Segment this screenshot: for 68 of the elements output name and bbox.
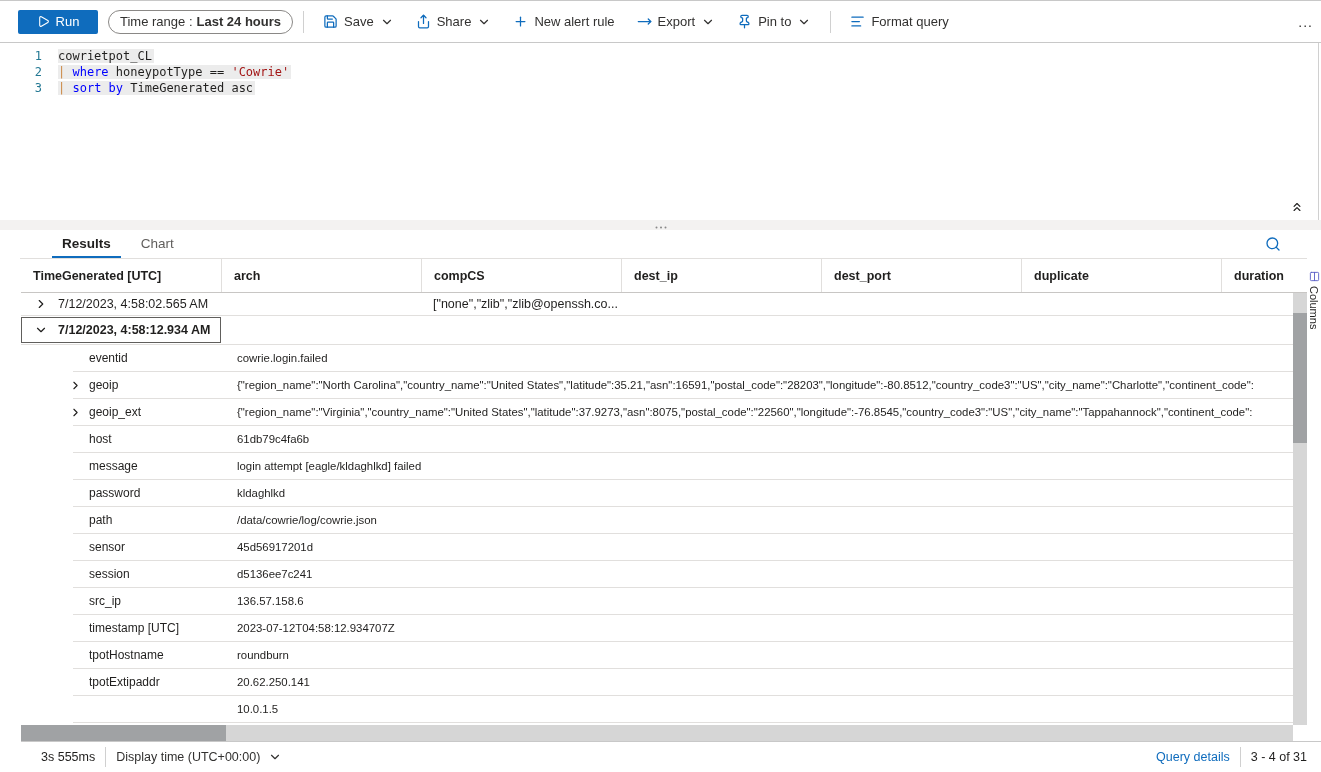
- column-header[interactable]: duration: [1221, 259, 1307, 292]
- horizontal-scrollbar[interactable]: [21, 725, 1293, 741]
- column-header[interactable]: arch: [221, 259, 421, 292]
- field-value: {"region_name":"Virginia","country_name":"United States","latitude":37.9273,"asn":8075,"postal_code":"22560","longitude":-76.8545,"country_code3":"US","city_name":"Tappahannock","continent_code":: [237, 406, 1253, 418]
- field-name: session: [89, 567, 130, 581]
- results-tab[interactable]: Chart: [130, 230, 184, 258]
- field-name: tpotExtipaddr: [89, 675, 160, 689]
- play-icon: [36, 15, 50, 28]
- field-value: {"region_name":"North Carolina","country_name":"United States","latitude":35.21,"asn":16591,"postal_code":"28203","longitude":-80.8512,"country_code3":"US","city_name":"Charlotte","continent_code":: [237, 379, 1254, 391]
- field-name: password: [89, 486, 141, 500]
- field-name: host: [89, 432, 112, 446]
- field-name: src_ip: [89, 594, 121, 608]
- field-value: roundburn: [237, 649, 289, 661]
- field-value: login attempt [eagle/kldaghlkd] failed: [237, 460, 422, 472]
- columns-tab[interactable]: Columns: [1308, 286, 1320, 330]
- more-button[interactable]: ...: [1298, 13, 1313, 30]
- field-value: 45d56917201d: [237, 541, 314, 553]
- column-header[interactable]: TimeGenerated [UTC]: [21, 259, 221, 292]
- column-header[interactable]: duplicate: [1021, 259, 1221, 292]
- query-duration: 3s 555ms: [41, 750, 96, 764]
- field-value: 10.0.1.5: [237, 703, 279, 715]
- save-icon: [323, 14, 339, 29]
- field-name: geoip: [89, 378, 119, 392]
- table-cell: ["none","zlib","zlib@openssh.co...: [433, 297, 618, 311]
- column-header[interactable]: dest_ip: [621, 259, 821, 292]
- field-value: 20.62.250.141: [237, 676, 310, 688]
- export-button[interactable]: Export: [627, 7, 725, 36]
- field-value: 136.57.158.6: [237, 595, 304, 607]
- display-time-dropdown[interactable]: Display time (UTC+00:00): [116, 750, 283, 764]
- field-value: 2023-07-12T04:58:12.934707Z: [237, 622, 395, 634]
- drag-handle-icon[interactable]: [654, 226, 667, 229]
- field-name: timestamp [UTC]: [89, 621, 179, 635]
- format-icon: [850, 14, 866, 29]
- table-cell[interactable]: 7/12/2023, 4:58:12.934 AM: [21, 317, 221, 343]
- line-number: 3: [33, 81, 43, 95]
- share-button[interactable]: Share: [406, 7, 501, 36]
- line-number: 1: [33, 49, 43, 63]
- pin-icon: [737, 14, 753, 29]
- field-name: sensor: [89, 540, 126, 554]
- plus-icon: [513, 14, 529, 29]
- line-number: 2: [33, 65, 43, 79]
- format-button[interactable]: Format query: [841, 7, 958, 36]
- query-details-link[interactable]: Query details: [1156, 750, 1230, 764]
- field-name: path: [89, 513, 113, 527]
- save-button[interactable]: Save: [314, 7, 403, 36]
- column-header[interactable]: compCS: [421, 259, 621, 292]
- field-name: eventid: [89, 351, 128, 365]
- field-name: tpotHostname: [89, 648, 164, 662]
- columns-icon: [1308, 271, 1320, 282]
- table-cell[interactable]: 7/12/2023, 4:58:02.565 AM: [21, 293, 221, 315]
- plus-button[interactable]: New alert rule: [504, 7, 624, 36]
- field-value: /data/cowrie/log/cowrie.json: [237, 514, 377, 526]
- collapse-icon[interactable]: [1290, 200, 1304, 214]
- field-value: 61db79c4fa6b: [237, 433, 310, 445]
- field-name: geoip_ext: [89, 405, 142, 419]
- vertical-scrollbar[interactable]: [1293, 293, 1307, 725]
- pin-button[interactable]: Pin to: [728, 7, 821, 36]
- time-range-button[interactable]: Time range : Last 24 hours: [108, 9, 294, 34]
- field-value: d5136ee7c241: [237, 568, 313, 580]
- results-tab[interactable]: Results: [52, 230, 121, 258]
- run-button[interactable]: Run: [18, 9, 98, 34]
- field-value: cowrie.login.failed: [237, 352, 328, 364]
- field-value: kldaghlkd: [237, 487, 286, 499]
- share-icon: [415, 14, 431, 29]
- record-range: 3 - 4 of 31: [1250, 750, 1307, 764]
- field-name: message: [89, 459, 138, 473]
- search-icon[interactable]: [1265, 236, 1281, 252]
- column-header[interactable]: dest_port: [821, 259, 1021, 292]
